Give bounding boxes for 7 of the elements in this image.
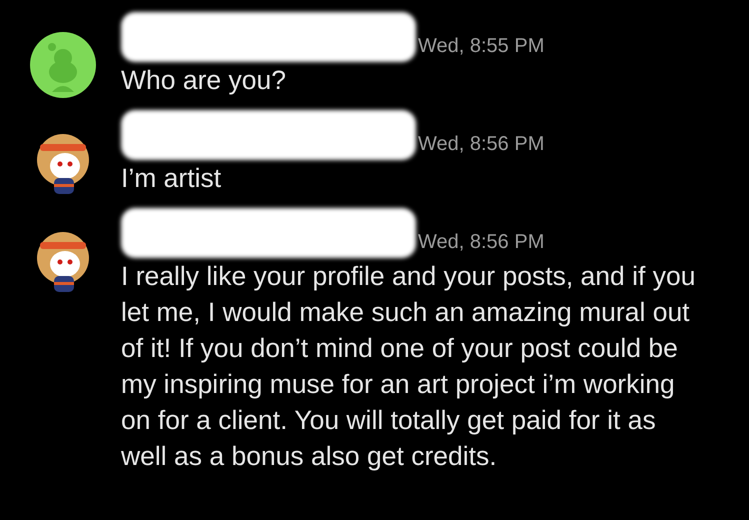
message-timestamp: Wed, 8:55 PM (418, 34, 544, 59)
message-timestamp: Wed, 8:56 PM (418, 230, 544, 255)
avatar-icon (30, 32, 96, 98)
message-timestamp: Wed, 8:56 PM (418, 132, 544, 157)
message-text: I really like your profile and your posts, and if you let me, I would make such an amazing mural out of it! If you don’t mind one of your post could be my inspiring muse for an art project i’m working on for a client. You will totally get paid for it as well as a bonus also get credits. (121, 260, 696, 473)
message-text: I’m artist (121, 162, 222, 195)
message-text: Who are you? (121, 64, 287, 97)
